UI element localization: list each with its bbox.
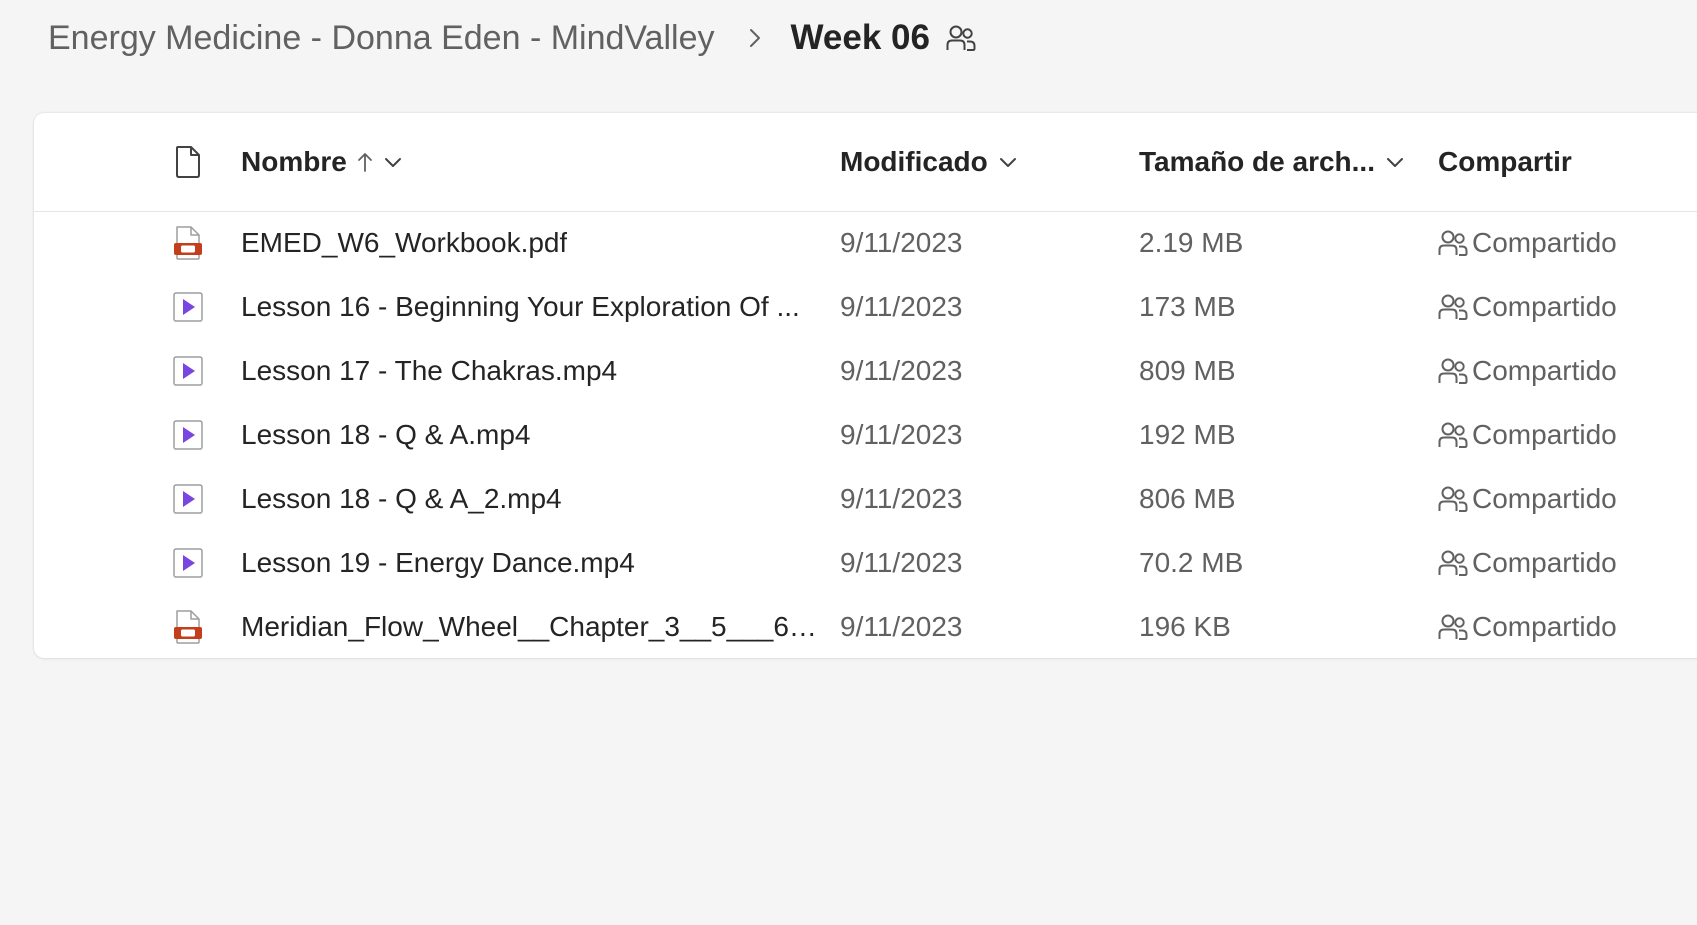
share-status-label: Compartido bbox=[1472, 611, 1617, 642]
document-icon[interactable] bbox=[158, 113, 218, 211]
table-row[interactable]: Lesson 18 - Q & A_2.mp4 9/11/2023 806 MB… bbox=[34, 467, 1697, 531]
file-rows: EMED_W6_Workbook.pdf 9/11/2023 2.19 MB C… bbox=[34, 211, 1697, 659]
people-icon bbox=[1438, 614, 1468, 640]
people-icon bbox=[1438, 294, 1468, 320]
file-modified: 9/11/2023 bbox=[840, 355, 963, 386]
table-row[interactable]: Lesson 19 - Energy Dance.mp4 9/11/2023 7… bbox=[34, 531, 1697, 595]
column-header-share[interactable]: Compartir bbox=[1438, 146, 1572, 178]
file-name[interactable]: Lesson 18 - Q & A.mp4 bbox=[241, 419, 531, 451]
file-name[interactable]: EMED_W6_Workbook.pdf bbox=[241, 227, 567, 259]
column-header-modified-label: Modificado bbox=[840, 146, 988, 177]
file-list-card: Nombre Modificado Tamaño de arch... Comp… bbox=[34, 113, 1697, 658]
column-header-name[interactable]: Nombre bbox=[241, 146, 403, 178]
file-name[interactable]: Lesson 19 - Energy Dance.mp4 bbox=[241, 547, 635, 579]
people-icon bbox=[1438, 358, 1468, 384]
breadcrumb-current: Week 06 bbox=[790, 18, 930, 57]
table-row[interactable]: Meridian_Flow_Wheel__Chapter_3__5___6_.p… bbox=[34, 595, 1697, 659]
people-icon bbox=[1438, 550, 1468, 576]
file-modified: 9/11/2023 bbox=[840, 227, 963, 258]
share-status[interactable]: Compartido bbox=[1438, 483, 1617, 515]
people-icon bbox=[1438, 422, 1468, 448]
share-status[interactable]: Compartido bbox=[1438, 291, 1617, 323]
video-file-icon bbox=[158, 403, 218, 467]
column-header-size-label: Tamaño de arch... bbox=[1139, 146, 1375, 177]
column-header-name-label: Nombre bbox=[241, 146, 347, 177]
list-header: Nombre Modificado Tamaño de arch... Comp… bbox=[34, 113, 1697, 212]
chevron-down-icon bbox=[1385, 155, 1405, 169]
file-size: 192 MB bbox=[1139, 419, 1236, 450]
chevron-down-icon bbox=[383, 155, 403, 169]
table-row[interactable]: Lesson 16 - Beginning Your Exploration O… bbox=[34, 275, 1697, 339]
column-header-modified[interactable]: Modificado bbox=[840, 146, 1018, 178]
share-status[interactable]: Compartido bbox=[1438, 227, 1617, 259]
chevron-right-icon bbox=[733, 14, 777, 62]
file-size: 2.19 MB bbox=[1139, 227, 1244, 258]
share-status-label: Compartido bbox=[1472, 547, 1617, 578]
video-file-icon bbox=[158, 339, 218, 403]
file-size: 809 MB bbox=[1139, 355, 1236, 386]
people-icon bbox=[1438, 486, 1468, 512]
file-modified: 9/11/2023 bbox=[840, 547, 963, 578]
table-row[interactable]: Lesson 17 - The Chakras.mp4 9/11/2023 80… bbox=[34, 339, 1697, 403]
file-size: 70.2 MB bbox=[1139, 547, 1244, 578]
share-status-label: Compartido bbox=[1472, 291, 1617, 322]
share-status-label: Compartido bbox=[1472, 355, 1617, 386]
people-icon[interactable] bbox=[944, 21, 978, 55]
share-status-label: Compartido bbox=[1472, 227, 1617, 258]
file-name[interactable]: Meridian_Flow_Wheel__Chapter_3__5___6_.p… bbox=[241, 611, 831, 643]
table-row[interactable]: EMED_W6_Workbook.pdf 9/11/2023 2.19 MB C… bbox=[34, 211, 1697, 275]
video-file-icon bbox=[158, 275, 218, 339]
video-file-icon bbox=[158, 467, 218, 531]
sort-ascending-icon bbox=[357, 151, 373, 173]
file-modified: 9/11/2023 bbox=[840, 419, 963, 450]
share-status-label: Compartido bbox=[1472, 419, 1617, 450]
column-header-size[interactable]: Tamaño de arch... bbox=[1139, 146, 1405, 178]
file-name[interactable]: Lesson 16 - Beginning Your Exploration O… bbox=[241, 291, 800, 323]
breadcrumb: Energy Medicine - Donna Eden - MindValle… bbox=[48, 14, 978, 62]
share-status[interactable]: Compartido bbox=[1438, 355, 1617, 387]
file-modified: 9/11/2023 bbox=[840, 611, 963, 642]
breadcrumb-parent[interactable]: Energy Medicine - Donna Eden - MindValle… bbox=[48, 19, 715, 58]
share-status[interactable]: Compartido bbox=[1438, 547, 1617, 579]
table-row[interactable]: Lesson 18 - Q & A.mp4 9/11/2023 192 MB C… bbox=[34, 403, 1697, 467]
file-size: 173 MB bbox=[1139, 291, 1236, 322]
file-name[interactable]: Lesson 18 - Q & A_2.mp4 bbox=[241, 483, 562, 515]
pdf-file-icon bbox=[158, 211, 218, 275]
video-file-icon bbox=[158, 531, 218, 595]
share-status[interactable]: Compartido bbox=[1438, 611, 1617, 643]
people-icon bbox=[1438, 230, 1468, 256]
file-size: 196 KB bbox=[1139, 611, 1231, 642]
file-name[interactable]: Lesson 17 - The Chakras.mp4 bbox=[241, 355, 617, 387]
file-modified: 9/11/2023 bbox=[840, 291, 963, 322]
share-status-label: Compartido bbox=[1472, 483, 1617, 514]
file-size: 806 MB bbox=[1139, 483, 1236, 514]
share-status[interactable]: Compartido bbox=[1438, 419, 1617, 451]
pdf-file-icon bbox=[158, 595, 218, 659]
file-modified: 9/11/2023 bbox=[840, 483, 963, 514]
chevron-down-icon bbox=[998, 155, 1018, 169]
